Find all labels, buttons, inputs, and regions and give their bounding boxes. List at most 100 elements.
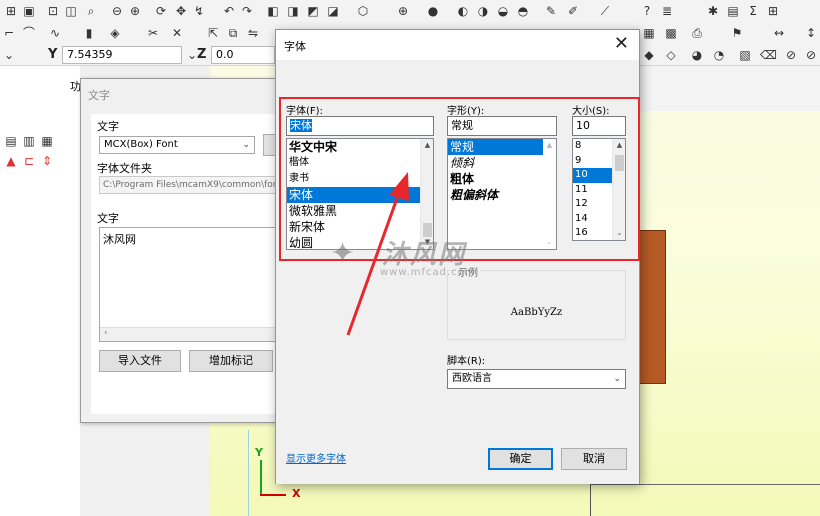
scroll-down-icon[interactable]: ⌄ bbox=[543, 236, 556, 249]
pan-icon[interactable]: ✥ bbox=[174, 4, 188, 18]
cube-front-icon[interactable]: ◩ bbox=[306, 4, 320, 18]
font-style-item[interactable]: 常规 bbox=[448, 139, 556, 155]
level-icon[interactable]: ▩ bbox=[664, 26, 678, 40]
coordinate-bar: ⌄ Y 7.54359 ⌄ Z 0.0 bbox=[0, 44, 275, 66]
grid-icon[interactable]: ⊞ bbox=[4, 4, 18, 18]
triangle-icon[interactable]: ▲ bbox=[4, 154, 18, 168]
font-family-value: 宋体 bbox=[290, 119, 312, 132]
trim-icon[interactable]: ✂ bbox=[146, 26, 160, 40]
font-style-item[interactable]: 粗体 bbox=[448, 171, 556, 187]
font-size-list[interactable]: 8 9 10 11 12 14 16 ▲ ⌄ bbox=[572, 138, 626, 241]
cancel-button[interactable]: 取消 bbox=[561, 448, 627, 470]
vertical-dim-icon[interactable]: ↕ bbox=[804, 26, 818, 40]
erase-icon[interactable]: ⌫ bbox=[760, 48, 777, 62]
add-mark-button[interactable]: 增加标记 bbox=[189, 350, 273, 372]
help-icon[interactable]: ? bbox=[640, 4, 654, 18]
list-icon[interactable]: ≣ bbox=[660, 4, 674, 18]
y-coord-input[interactable]: 7.54359 bbox=[62, 46, 182, 64]
close-icon[interactable]: ✕ bbox=[614, 34, 629, 54]
ok-button[interactable]: 确定 bbox=[488, 448, 553, 470]
solids-icon[interactable]: ▦ bbox=[40, 134, 54, 148]
wireframe-icon[interactable]: ⊕ bbox=[396, 4, 410, 18]
brush-icon[interactable]: ✐ bbox=[566, 4, 580, 18]
redo-icon[interactable]: ↷ bbox=[240, 4, 254, 18]
scroll-up-icon[interactable]: ▲ bbox=[613, 139, 625, 152]
chevron-down-icon[interactable]: ⌄ bbox=[613, 227, 625, 240]
pencil-icon[interactable]: ✎ bbox=[544, 4, 558, 18]
font-style-item[interactable]: 粗偏斜体 bbox=[448, 187, 556, 203]
font-combo[interactable]: MCX(Box) Font ⌄ bbox=[99, 136, 255, 154]
measure-icon[interactable]: ⟋ bbox=[598, 4, 612, 18]
tree-icon[interactable]: ▤ bbox=[4, 134, 18, 148]
zoom-icon[interactable]: ⌕ bbox=[84, 4, 98, 18]
material2-icon[interactable]: ◑ bbox=[476, 4, 490, 18]
delete-icon[interactable]: ✕ bbox=[170, 26, 184, 40]
show-more-fonts-link[interactable]: 显示更多字体 bbox=[286, 450, 346, 465]
flag-icon[interactable]: ⚑ bbox=[730, 26, 744, 40]
script-label: 脚本(R): bbox=[447, 356, 486, 367]
annotation-arrow-head bbox=[389, 172, 409, 201]
checker-icon[interactable]: ▧ bbox=[738, 48, 752, 62]
horizontal-scrollbar[interactable]: ‹ bbox=[100, 327, 280, 341]
style-list-scrollbar[interactable]: ▲ ⌄ bbox=[543, 139, 556, 249]
copy-icon[interactable]: ⧉ bbox=[226, 26, 240, 40]
spline-icon[interactable]: ∿ bbox=[48, 26, 62, 40]
chevron-down-icon[interactable]: ⌄ bbox=[2, 48, 16, 62]
cube-side-icon[interactable]: ◪ bbox=[326, 4, 340, 18]
arc-icon[interactable]: ⌒ bbox=[22, 26, 36, 40]
font-list-item[interactable]: 华文中宋 bbox=[287, 139, 433, 155]
solid2-icon[interactable]: ◇ bbox=[664, 48, 678, 62]
undo-icon[interactable]: ↶ bbox=[222, 4, 236, 18]
scroll-up-icon[interactable]: ▲ bbox=[421, 139, 433, 152]
stop2-icon[interactable]: ⊘ bbox=[804, 48, 818, 62]
material3-icon[interactable]: ◒ bbox=[496, 4, 510, 18]
settings-icon[interactable]: ✱ bbox=[706, 4, 720, 18]
fill-icon[interactable]: ◈ bbox=[108, 26, 122, 40]
y-axis-indicator bbox=[260, 460, 262, 496]
cube-top-icon[interactable]: ◨ bbox=[286, 4, 300, 18]
scroll-up-icon[interactable]: ▲ bbox=[543, 139, 556, 152]
color-icon[interactable]: ◕ bbox=[690, 48, 704, 62]
script-select[interactable]: 西欧语言 ⌄ bbox=[447, 369, 626, 389]
geometry-line[interactable] bbox=[590, 484, 820, 485]
font-list-item[interactable]: 楷体 bbox=[287, 155, 433, 171]
dynamic-icon[interactable]: ↯ bbox=[192, 4, 206, 18]
material4-icon[interactable]: ◓ bbox=[516, 4, 530, 18]
stop-icon[interactable]: ⊘ bbox=[784, 48, 798, 62]
import-file-button[interactable]: 导入文件 bbox=[99, 350, 181, 372]
scroll-thumb[interactable] bbox=[615, 155, 624, 171]
zoom-out-icon[interactable]: ⊕ bbox=[128, 4, 142, 18]
font-style-input[interactable]: 常规 bbox=[447, 116, 557, 136]
font-family-input[interactable]: 宋体 bbox=[286, 116, 434, 136]
mirror-icon[interactable]: ⇋ bbox=[246, 26, 260, 40]
line-icon[interactable]: ⌐ bbox=[2, 26, 16, 40]
sum-icon[interactable]: Σ bbox=[746, 4, 760, 18]
shade-icon[interactable]: ● bbox=[426, 4, 440, 18]
rect-icon[interactable]: ▮ bbox=[82, 26, 96, 40]
zoom-window-icon[interactable]: ⊡ bbox=[46, 4, 60, 18]
fit-icon[interactable]: ▣ bbox=[22, 4, 36, 18]
rotate-icon[interactable]: ⟳ bbox=[154, 4, 168, 18]
size-list-scrollbar[interactable]: ▲ ⌄ bbox=[612, 139, 625, 240]
move-icon[interactable]: ⇱ bbox=[206, 26, 220, 40]
solid-icon[interactable]: ◆ bbox=[642, 48, 656, 62]
text-input[interactable]: 沐风网 ‹ bbox=[99, 227, 281, 342]
font-style-item[interactable]: 倾斜 bbox=[448, 155, 556, 171]
cube-iso-icon[interactable]: ◧ bbox=[266, 4, 280, 18]
table-icon[interactable]: ⊞ bbox=[766, 4, 780, 18]
zoom-box-icon[interactable]: ◫ bbox=[64, 4, 78, 18]
toolpath-icon[interactable]: ▥ bbox=[22, 134, 36, 148]
layer-icon[interactable]: ▦ bbox=[642, 26, 656, 40]
dimension-icon[interactable]: ↔ bbox=[772, 26, 786, 40]
select-icon[interactable]: ⊏ bbox=[22, 154, 36, 168]
view-cube-icon[interactable]: ⬡ bbox=[356, 4, 370, 18]
print-icon[interactable]: ⎙ bbox=[690, 26, 704, 40]
sort-icon[interactable]: ⇕ bbox=[40, 154, 54, 168]
report-icon[interactable]: ▤ bbox=[726, 4, 740, 18]
text-dialog-title: 文字 bbox=[88, 89, 110, 102]
z-coord-input[interactable]: 0.0 bbox=[211, 46, 275, 64]
zoom-prev-icon[interactable]: ⊖ bbox=[110, 4, 124, 18]
material-icon[interactable]: ◐ bbox=[456, 4, 470, 18]
font-size-input[interactable]: 10 bbox=[572, 116, 626, 136]
color2-icon[interactable]: ◔ bbox=[712, 48, 726, 62]
